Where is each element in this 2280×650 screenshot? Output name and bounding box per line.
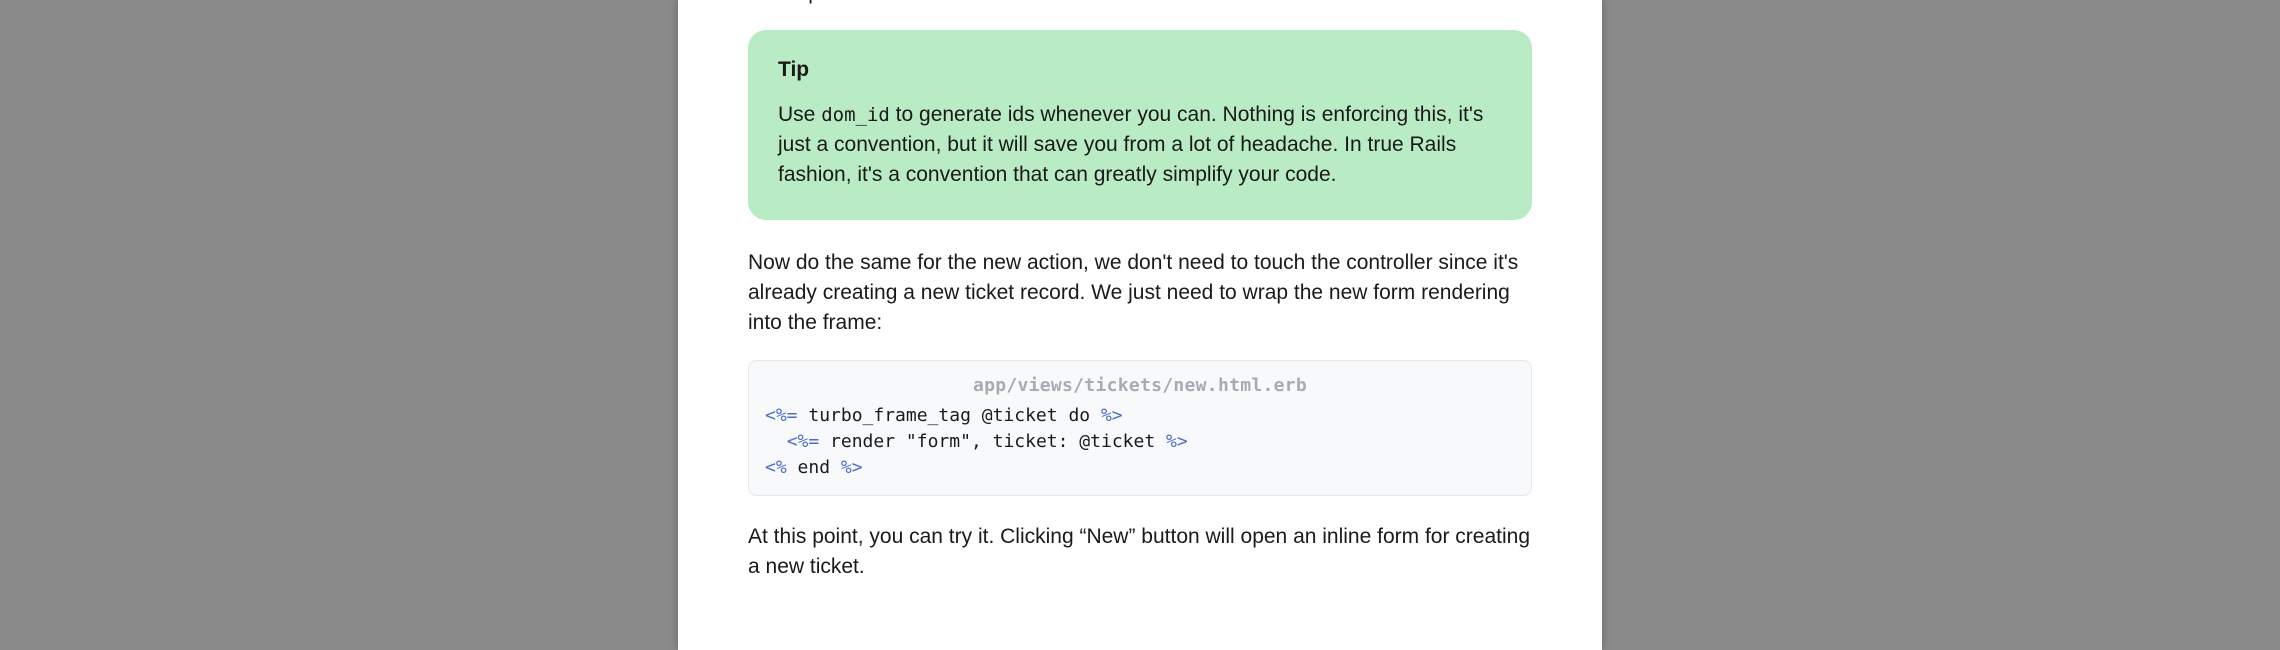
- code-block: app/views/tickets/new.html.erb <%= turbo…: [748, 360, 1532, 496]
- erb-open-tag: <%=: [787, 431, 820, 452]
- paragraph-1: Now do the same for the new action, we d…: [748, 248, 1532, 338]
- code-text: , ticket: @ticket: [971, 431, 1166, 452]
- tip-body: Use dom_id to generate ids whenever you …: [778, 100, 1502, 190]
- code-file-path: app/views/tickets/new.html.erb: [765, 373, 1515, 399]
- code-string: "form": [906, 431, 971, 452]
- erb-open-tag: <%=: [765, 405, 798, 426]
- document-page: future proof our code. Tip Use dom_id to…: [678, 0, 1602, 650]
- erb-open-tag: <%: [765, 457, 787, 478]
- code-text: render: [819, 431, 906, 452]
- code-text: end: [787, 457, 841, 478]
- code-content: <%= turbo_frame_tag @ticket do %> <%= re…: [765, 403, 1515, 481]
- erb-close-tag: %>: [841, 457, 863, 478]
- code-indent: [765, 431, 787, 452]
- tip-title: Tip: [778, 58, 1502, 82]
- tip-callout: Tip Use dom_id to generate ids whenever …: [748, 30, 1532, 220]
- erb-close-tag: %>: [1101, 405, 1123, 426]
- tip-body-prefix: Use: [778, 103, 821, 126]
- cut-off-paragraph: future proof our code.: [748, 0, 1532, 8]
- paragraph-2: At this point, you can try it. Clicking …: [748, 522, 1532, 582]
- tip-inline-code: dom_id: [821, 104, 890, 126]
- erb-close-tag: %>: [1166, 431, 1188, 452]
- code-text: turbo_frame_tag @ticket do: [798, 405, 1101, 426]
